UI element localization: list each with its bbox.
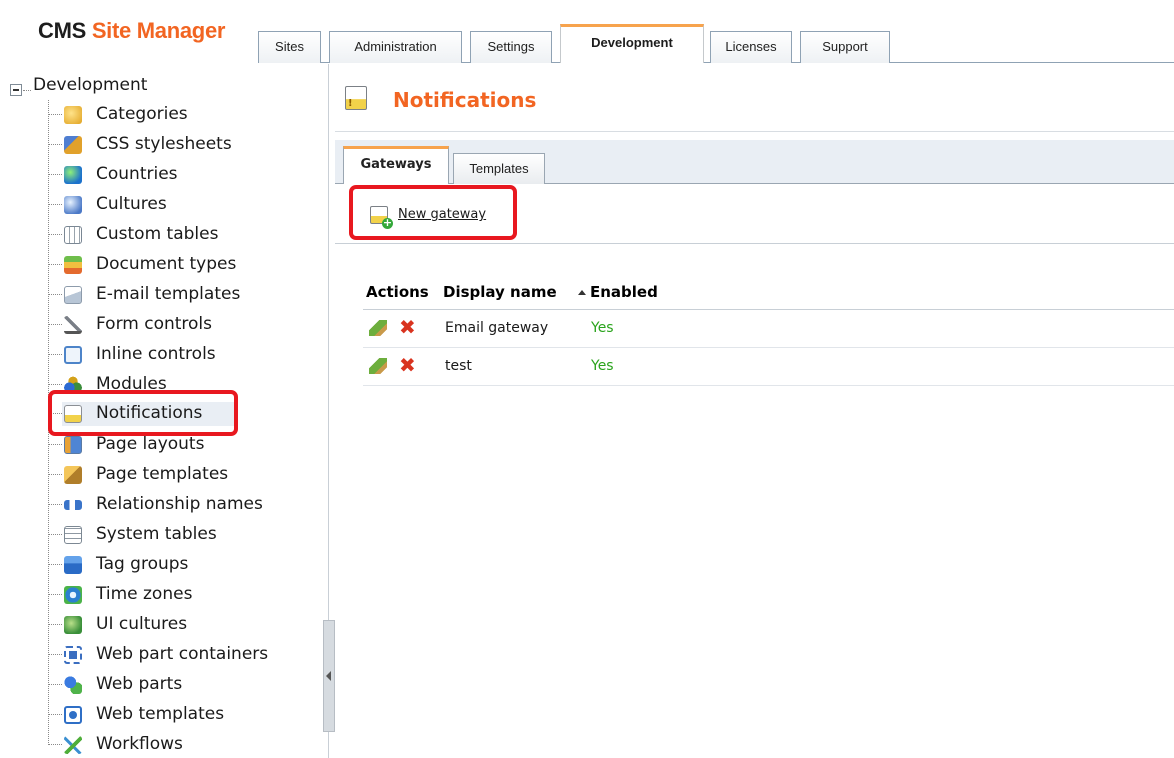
development-tree: Development Categories CSS stylesheets C… (0, 64, 328, 758)
tree-item-label: Relationship names (96, 494, 263, 514)
content-header: Notifications (335, 64, 1174, 132)
tree-item-label: Document types (96, 254, 237, 274)
workflows-icon (64, 736, 82, 754)
table-row: ✖ test Yes (363, 348, 1174, 386)
grid-header: Actions Display name Enabled (363, 276, 1174, 310)
delete-x-icon[interactable]: ✖ (399, 316, 416, 338)
collapse-panel-arrow-icon[interactable] (323, 620, 335, 732)
tab-licenses[interactable]: Licenses (710, 31, 792, 63)
tab-development[interactable]: Development (560, 24, 704, 64)
web-parts-icon (64, 676, 82, 694)
tab-gateways[interactable]: Gateways (343, 146, 449, 185)
panel-splitter[interactable] (322, 64, 335, 758)
callout-highlight-new-gateway (349, 185, 517, 240)
page-title: Notifications (393, 88, 537, 112)
content-panel: Notifications Gateways Templates New gat… (335, 64, 1174, 758)
tree-item-label: CSS stylesheets (96, 134, 232, 154)
tree-item-label: Tag groups (96, 554, 189, 574)
logo-site-manager: Site Manager (91, 18, 226, 43)
cell-display-name: test (445, 358, 472, 374)
column-header-enabled[interactable]: Enabled (590, 283, 658, 301)
email-templates-icon (64, 286, 82, 304)
tab-settings[interactable]: Settings (470, 31, 552, 63)
web-templates-icon (64, 706, 82, 724)
tab-templates[interactable]: Templates (453, 153, 545, 184)
tree-item-label: Cultures (96, 194, 167, 214)
inline-controls-icon (64, 346, 82, 364)
tree-item-label: Custom tables (96, 224, 219, 244)
tab-support[interactable]: Support (800, 31, 890, 63)
cultures-globe-icon (64, 196, 82, 214)
tree-item-label: UI cultures (96, 614, 188, 634)
tab-administration[interactable]: Administration (329, 31, 462, 63)
countries-globe-icon (64, 166, 82, 184)
edit-pencil-icon[interactable] (369, 320, 387, 336)
tab-sites[interactable]: Sites (258, 31, 321, 63)
cell-enabled: Yes (591, 358, 614, 374)
notifications-header-icon (345, 86, 367, 110)
cms-logo: CMS Site Manager (38, 18, 225, 44)
form-controls-icon (64, 316, 82, 334)
page-layouts-icon (64, 436, 82, 454)
tree-root-development[interactable]: Development (33, 75, 147, 95)
css-stylesheets-icon (64, 136, 82, 154)
logo-cms: CMS (38, 18, 86, 43)
document-types-icon (64, 256, 82, 274)
edit-pencil-icon[interactable] (369, 358, 387, 374)
system-tables-icon (64, 526, 82, 544)
time-zones-icon (64, 586, 82, 604)
page-templates-icon (64, 466, 82, 484)
main-tab-bar: Sites Administration Settings Developmen… (258, 0, 1174, 64)
tree-connector (23, 90, 31, 91)
app-header: CMS Site Manager Sites Administration Se… (0, 0, 1174, 64)
tree-item-label: Form controls (96, 314, 213, 334)
tree-item-label: Web templates (96, 704, 225, 724)
sort-ascending-icon[interactable] (578, 290, 586, 295)
ui-cultures-icon (64, 616, 82, 634)
delete-x-icon[interactable]: ✖ (399, 354, 416, 376)
custom-tables-icon (64, 226, 82, 244)
tree-item-label: Categories (96, 104, 188, 124)
column-header-display-name[interactable]: Display name (443, 283, 557, 301)
web-part-containers-icon (64, 646, 82, 664)
column-header-actions: Actions (366, 283, 429, 301)
tree-item-label: System tables (96, 524, 217, 544)
cell-enabled: Yes (591, 320, 614, 336)
tree-item-label: E-mail templates (96, 284, 241, 304)
action-bar: New gateway (335, 184, 1174, 244)
table-row: ✖ Email gateway Yes (363, 310, 1174, 348)
tag-groups-icon (64, 556, 82, 574)
tree-item-label: Page templates (96, 464, 229, 484)
cell-display-name: Email gateway (445, 320, 549, 336)
tree-item-label: Web part containers (96, 644, 269, 664)
callout-highlight-notifications (48, 390, 238, 436)
tree-item-label: Workflows (96, 734, 183, 754)
tree-item-label: Inline controls (96, 344, 216, 364)
sub-tab-bar: Gateways Templates (335, 140, 1174, 185)
relationship-names-icon (64, 500, 82, 510)
tree-item-label: Time zones (96, 584, 193, 604)
tree-item-label: Web parts (96, 674, 183, 694)
tree-item-label: Page layouts (96, 434, 205, 454)
tree-item-label: Countries (96, 164, 178, 184)
collapse-toggle-icon[interactable] (10, 84, 22, 96)
categories-icon (64, 106, 82, 124)
